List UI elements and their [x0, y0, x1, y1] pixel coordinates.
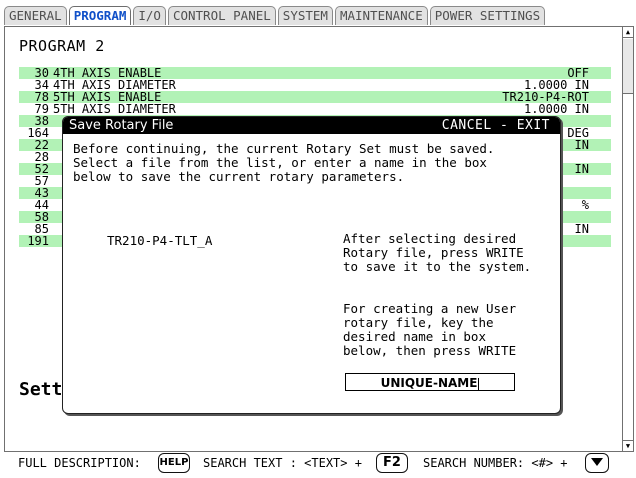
setting-description: 4TH AXIS ENABLE — [53, 67, 162, 79]
hint-line: Rotary file, press WRITE — [343, 245, 524, 260]
dialog-title: Save Rotary File — [69, 118, 174, 133]
dialog-message: Before continuing, the current Rotary Se… — [73, 142, 553, 184]
tab-maintenance[interactable]: MAINTENANCE — [334, 6, 428, 25]
save-rotary-file-dialog: Save Rotary File CANCEL - EXIT Before co… — [62, 116, 561, 414]
f2-key-button[interactable]: F2 — [376, 453, 408, 473]
tab-control-panel[interactable]: CONTROL PANEL — [167, 6, 276, 25]
setting-row[interactable]: 78 5TH AXIS ENABLE TR210-P4-ROT — [19, 91, 611, 103]
setting-value: OFF — [567, 67, 589, 79]
rotary-file-list-item[interactable]: TR210-P4-TLT_A — [107, 233, 212, 248]
tab-bar: GENERAL PROGRAM I/O CONTROL PANEL SYSTEM MAIN… — [4, 6, 547, 26]
setting-number: 44 — [34, 199, 49, 211]
scroll-thumb[interactable] — [623, 39, 633, 94]
hint-line: After selecting desired — [343, 231, 517, 246]
setting-number: 34 — [34, 79, 49, 91]
setting-number: 30 — [34, 67, 49, 79]
dialog-message-line: below to save the current rotary paramet… — [73, 169, 405, 184]
setting-number: 57 — [34, 175, 49, 187]
dialog-title-bar: Save Rotary File CANCEL - EXIT — [63, 117, 560, 134]
search-text-label: SEARCH TEXT : <TEXT> + — [203, 456, 362, 470]
tab-program[interactable]: PROGRAM — [68, 6, 132, 25]
setting-number: 58 — [34, 211, 49, 223]
setting-number: 38 — [34, 115, 49, 127]
setting-number: 164 — [27, 127, 49, 139]
file-name-value: UNIQUE-NAME — [380, 376, 478, 390]
scrollbar[interactable]: ▲ ▼ — [622, 27, 633, 451]
setting-number: 52 — [34, 163, 49, 175]
setting-number: 79 — [34, 103, 49, 115]
page-title: PROGRAM 2 — [19, 37, 105, 55]
down-arrow-key-icon[interactable] — [585, 453, 609, 473]
setting-description: 5TH AXIS ENABLE — [53, 91, 162, 103]
setting-number: 78 — [34, 91, 49, 103]
dialog-message-line: Select a file from the list, or enter a … — [73, 155, 487, 170]
hint-line: desired name in box — [343, 329, 486, 344]
setting-value: TR210-P4-ROT — [502, 91, 589, 103]
settings-section-label: Sett — [19, 379, 63, 400]
dialog-message-line: Before continuing, the current Rotary Se… — [73, 141, 495, 156]
new-file-hint: For creating a new User rotary file, key … — [343, 302, 553, 358]
file-name-input[interactable]: UNIQUE-NAME — [345, 373, 515, 391]
setting-number: 28 — [34, 151, 49, 163]
setting-number: 85 — [34, 223, 49, 235]
hint-line: below, then press WRITE — [343, 343, 517, 358]
setting-row[interactable]: 79 5TH AXIS DIAMETER 1.0000 IN — [19, 103, 611, 115]
setting-number: 191 — [27, 235, 49, 247]
full-description-label: FULL DESCRIPTION: — [18, 456, 141, 470]
hint-line: to save it to the system. — [343, 259, 532, 274]
bottom-help-bar: FULL DESCRIPTION: HELP SEARCH TEXT : <TE… — [0, 452, 636, 476]
select-file-hint: After selecting desired Rotary file, pres… — [343, 232, 553, 274]
setting-row[interactable]: 34 4TH AXIS DIAMETER 1.0000 IN — [19, 79, 611, 91]
tab-general[interactable]: GENERAL — [4, 6, 67, 25]
scroll-down-icon[interactable]: ▼ — [623, 440, 633, 451]
search-number-label: SEARCH NUMBER: <#> + — [423, 456, 568, 470]
help-key-button[interactable]: HELP — [158, 453, 190, 473]
tab-system[interactable]: SYSTEM — [277, 6, 333, 25]
setting-value: IN — [574, 163, 589, 175]
setting-description: 5TH AXIS DIAMETER — [53, 103, 176, 115]
setting-value: DEG — [567, 127, 589, 139]
cancel-exit-hint[interactable]: CANCEL - EXIT — [442, 117, 550, 134]
setting-value: IN — [574, 139, 589, 151]
setting-value: % — [581, 199, 589, 211]
tab-power-settings[interactable]: POWER SETTINGS — [429, 6, 546, 25]
setting-number: 43 — [34, 187, 49, 199]
setting-row[interactable]: 30 4TH AXIS ENABLE OFF — [19, 67, 611, 79]
setting-description: 4TH AXIS DIAMETER — [53, 79, 176, 91]
setting-value: 1.0000 IN — [523, 79, 589, 91]
scroll-up-icon[interactable]: ▲ — [623, 27, 633, 38]
hint-line: For creating a new User — [343, 301, 517, 316]
setting-number: 22 — [34, 139, 49, 151]
text-caret — [478, 377, 480, 390]
setting-value: 1.0000 IN — [523, 103, 589, 115]
setting-value: IN — [574, 223, 589, 235]
hint-line: rotary file, key the — [343, 315, 494, 330]
tab-i-o[interactable]: I/O — [133, 6, 166, 25]
